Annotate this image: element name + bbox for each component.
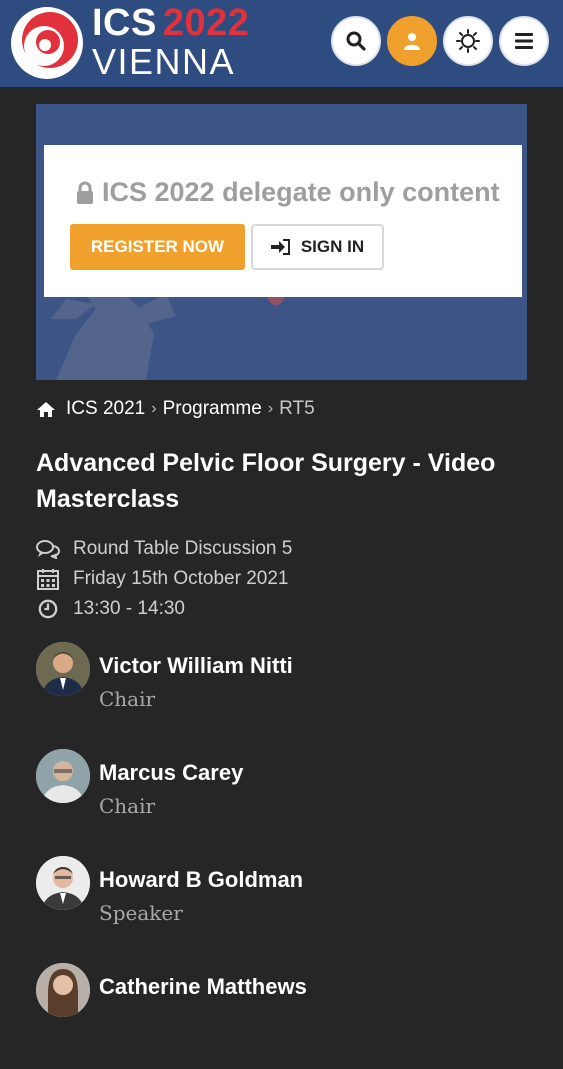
breadcrumb: ICS 2021 › Programme › RT5	[36, 398, 315, 420]
breadcrumb-current: RT5	[279, 398, 315, 419]
session-time-row: 13:30 - 14:30	[36, 594, 292, 624]
speaker-name[interactable]: Victor William Nitti	[99, 653, 293, 679]
comments-icon	[36, 540, 60, 559]
home-icon[interactable]	[36, 401, 56, 418]
ics-logo-icon[interactable]	[10, 6, 84, 80]
logo-city-text: VIENNA	[92, 41, 236, 82]
speaker-role: Chair	[99, 687, 156, 711]
site-header: ICS 2022 VIENNA	[0, 0, 563, 87]
clock-icon	[38, 599, 58, 619]
session-video-banner: ICS 2022 delegate only content REGISTER …	[36, 104, 527, 380]
speaker-role: Chair	[99, 794, 156, 818]
session-time: 13:30 - 14:30	[73, 598, 185, 619]
brightness-icon	[456, 29, 480, 53]
chevron-right-icon: ›	[151, 400, 157, 417]
logo-wordmark[interactable]: ICS 2022 VIENNA	[92, 4, 249, 80]
avatar[interactable]	[36, 642, 90, 696]
search-icon	[346, 31, 366, 51]
sign-in-button[interactable]: SIGN IN	[251, 224, 384, 270]
avatar[interactable]	[36, 963, 90, 1017]
menu-icon	[515, 33, 533, 49]
sign-in-icon	[270, 239, 290, 255]
locked-message-text: ICS 2022 delegate only content	[102, 177, 500, 207]
user-icon	[404, 33, 420, 50]
register-now-button[interactable]: REGISTER NOW	[70, 224, 245, 270]
session-meta: Round Table Discussion 5 Friday 15th Oct…	[36, 534, 292, 624]
page-title: Advanced Pelvic Floor Surgery - Video Ma…	[36, 449, 496, 513]
speaker-name[interactable]: Marcus Carey	[99, 760, 243, 786]
session-date-row: Friday 15th October 2021	[36, 564, 292, 594]
theme-toggle-button[interactable]	[443, 16, 493, 66]
speaker-name[interactable]: Howard B Goldman	[99, 867, 303, 893]
delegate-only-overlay: ICS 2022 delegate only content REGISTER …	[44, 145, 522, 297]
account-button[interactable]	[387, 16, 437, 66]
logo-year-text: 2022	[162, 2, 250, 44]
speaker-role: Speaker	[99, 901, 183, 925]
calendar-icon	[37, 569, 59, 590]
session-type: Round Table Discussion 5	[73, 538, 293, 559]
breadcrumb-ics-2021[interactable]: ICS 2021	[66, 398, 145, 420]
locked-content-message: ICS 2022 delegate only content	[76, 177, 500, 208]
avatar[interactable]	[36, 749, 90, 803]
session-date: Friday 15th October 2021	[73, 568, 289, 589]
search-button[interactable]	[331, 16, 381, 66]
breadcrumb-programme[interactable]: Programme	[163, 398, 262, 420]
speaker-name[interactable]: Catherine Matthews	[99, 974, 307, 1000]
chevron-right-icon: ›	[267, 400, 274, 417]
lock-icon	[77, 181, 93, 204]
logo-ics-text: ICS	[92, 2, 157, 44]
sign-in-label: SIGN IN	[300, 237, 365, 256]
session-type-row: Round Table Discussion 5	[36, 534, 292, 564]
menu-button[interactable]	[499, 16, 549, 66]
avatar[interactable]	[36, 856, 90, 910]
